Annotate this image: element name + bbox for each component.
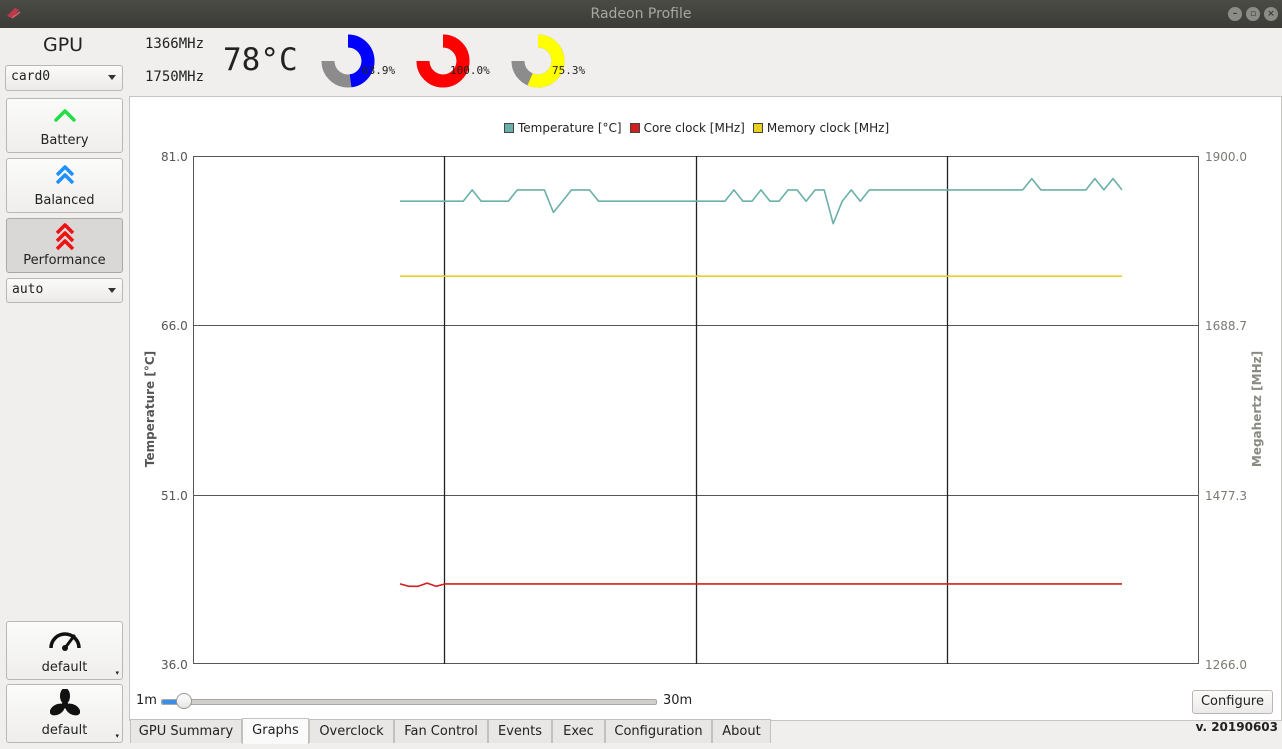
configure-button[interactable]: Configure: [1192, 690, 1273, 714]
card-select[interactable]: card0: [5, 65, 123, 91]
legend-label-memory-clock: Memory clock [MHz]: [766, 121, 890, 135]
triple-chevron-up-icon: [55, 223, 74, 251]
y-right-tick: 1688.7: [1205, 319, 1247, 333]
corner-arrow-icon: ▾: [115, 732, 119, 740]
card-select-value: card0: [11, 69, 51, 84]
memory-load-gauge: [416, 34, 470, 88]
tab-gpu-summary[interactable]: GPU Summary: [130, 719, 242, 743]
window-title: Radeon Profile: [590, 6, 692, 22]
time-slider-max-label: 30m: [663, 693, 693, 708]
window-titlebar: Radeon Profile – ▫ ×: [0, 0, 1282, 28]
time-slider-track[interactable]: [161, 699, 657, 705]
legend-swatch-memory-clock: [752, 123, 763, 133]
gpu-load-gauge: [321, 34, 375, 88]
chevron-up-icon: [53, 109, 76, 122]
y-right-tick: 1477.3: [1205, 489, 1247, 503]
fan-profile-label: default: [41, 723, 88, 738]
tab-about[interactable]: About: [712, 719, 771, 743]
legend-swatch-temperature: [504, 123, 514, 133]
time-slider-min-label: 1m: [136, 693, 157, 708]
vram-usage-label: 75.3%: [552, 64, 586, 77]
corner-arrow-icon: ▾: [115, 669, 119, 677]
clock-profile-label: default: [41, 660, 88, 675]
tab-fan-control[interactable]: Fan Control: [394, 719, 488, 743]
legend-swatch-core-clock: [629, 123, 640, 133]
fan-icon: [49, 689, 80, 716]
clock-profile-button[interactable]: default ▾: [6, 621, 123, 680]
memory-load-label: 100.0%: [450, 64, 490, 77]
tab-configuration[interactable]: Configuration: [605, 719, 712, 743]
vram-usage-gauge: [511, 34, 565, 88]
gpu-load-label: 63.9%: [362, 64, 396, 77]
y-left-tick: 66.0: [161, 319, 188, 333]
tab-exec[interactable]: Exec: [552, 719, 605, 743]
core-clock-readout: 1366MHz: [145, 36, 205, 52]
close-icon[interactable]: ×: [1264, 7, 1278, 21]
version-label: v. 20190603: [1195, 720, 1278, 734]
time-slider-handle[interactable]: [176, 693, 192, 709]
power-level-select[interactable]: auto: [6, 278, 123, 303]
tab-graphs[interactable]: Graphs: [242, 718, 309, 744]
temperature-line: [400, 177, 1123, 225]
y-right-tick: 1900.0: [1205, 150, 1247, 164]
tab-overclock[interactable]: Overclock: [309, 719, 394, 743]
profile-balanced-label: Balanced: [34, 193, 95, 208]
speedometer-icon: [48, 632, 81, 651]
profile-battery-button[interactable]: Battery: [6, 98, 123, 153]
core-clock-line: [399, 582, 1122, 588]
gpu-label: GPU: [43, 34, 84, 56]
fan-profile-button[interactable]: default ▾: [6, 684, 123, 743]
y-left-axis-label: Temperature [°C]: [143, 350, 157, 468]
y-left-tick: 81.0: [161, 150, 188, 164]
double-chevron-up-icon: [55, 165, 74, 185]
y-left-tick: 51.0: [161, 489, 188, 503]
legend-label-temperature: Temperature [°C]: [518, 121, 622, 135]
temperature-readout: 78°C: [223, 42, 298, 78]
memory-clock-readout: 1750MHz: [145, 69, 205, 85]
y-right-axis-label: Megahertz [MHz]: [1250, 350, 1264, 468]
power-level-value: auto: [12, 282, 44, 297]
chevron-down-icon: [108, 288, 116, 293]
chevron-down-icon: [108, 75, 116, 80]
sensor-chart: [193, 156, 1199, 664]
profile-performance-button[interactable]: Performance: [6, 218, 123, 273]
maximize-icon[interactable]: ▫: [1246, 7, 1260, 21]
profile-balanced-button[interactable]: Balanced: [6, 158, 123, 213]
y-left-tick: 36.0: [161, 658, 188, 672]
legend-label-core-clock: Core clock [MHz]: [643, 121, 745, 135]
y-right-tick: 1266.0: [1205, 658, 1247, 672]
profile-performance-label: Performance: [23, 253, 106, 268]
chart-legend: Temperature [°C] Core clock [MHz] Memory…: [504, 121, 889, 135]
minimize-icon[interactable]: –: [1228, 7, 1242, 21]
tab-events[interactable]: Events: [488, 719, 552, 743]
profile-battery-label: Battery: [40, 133, 89, 148]
